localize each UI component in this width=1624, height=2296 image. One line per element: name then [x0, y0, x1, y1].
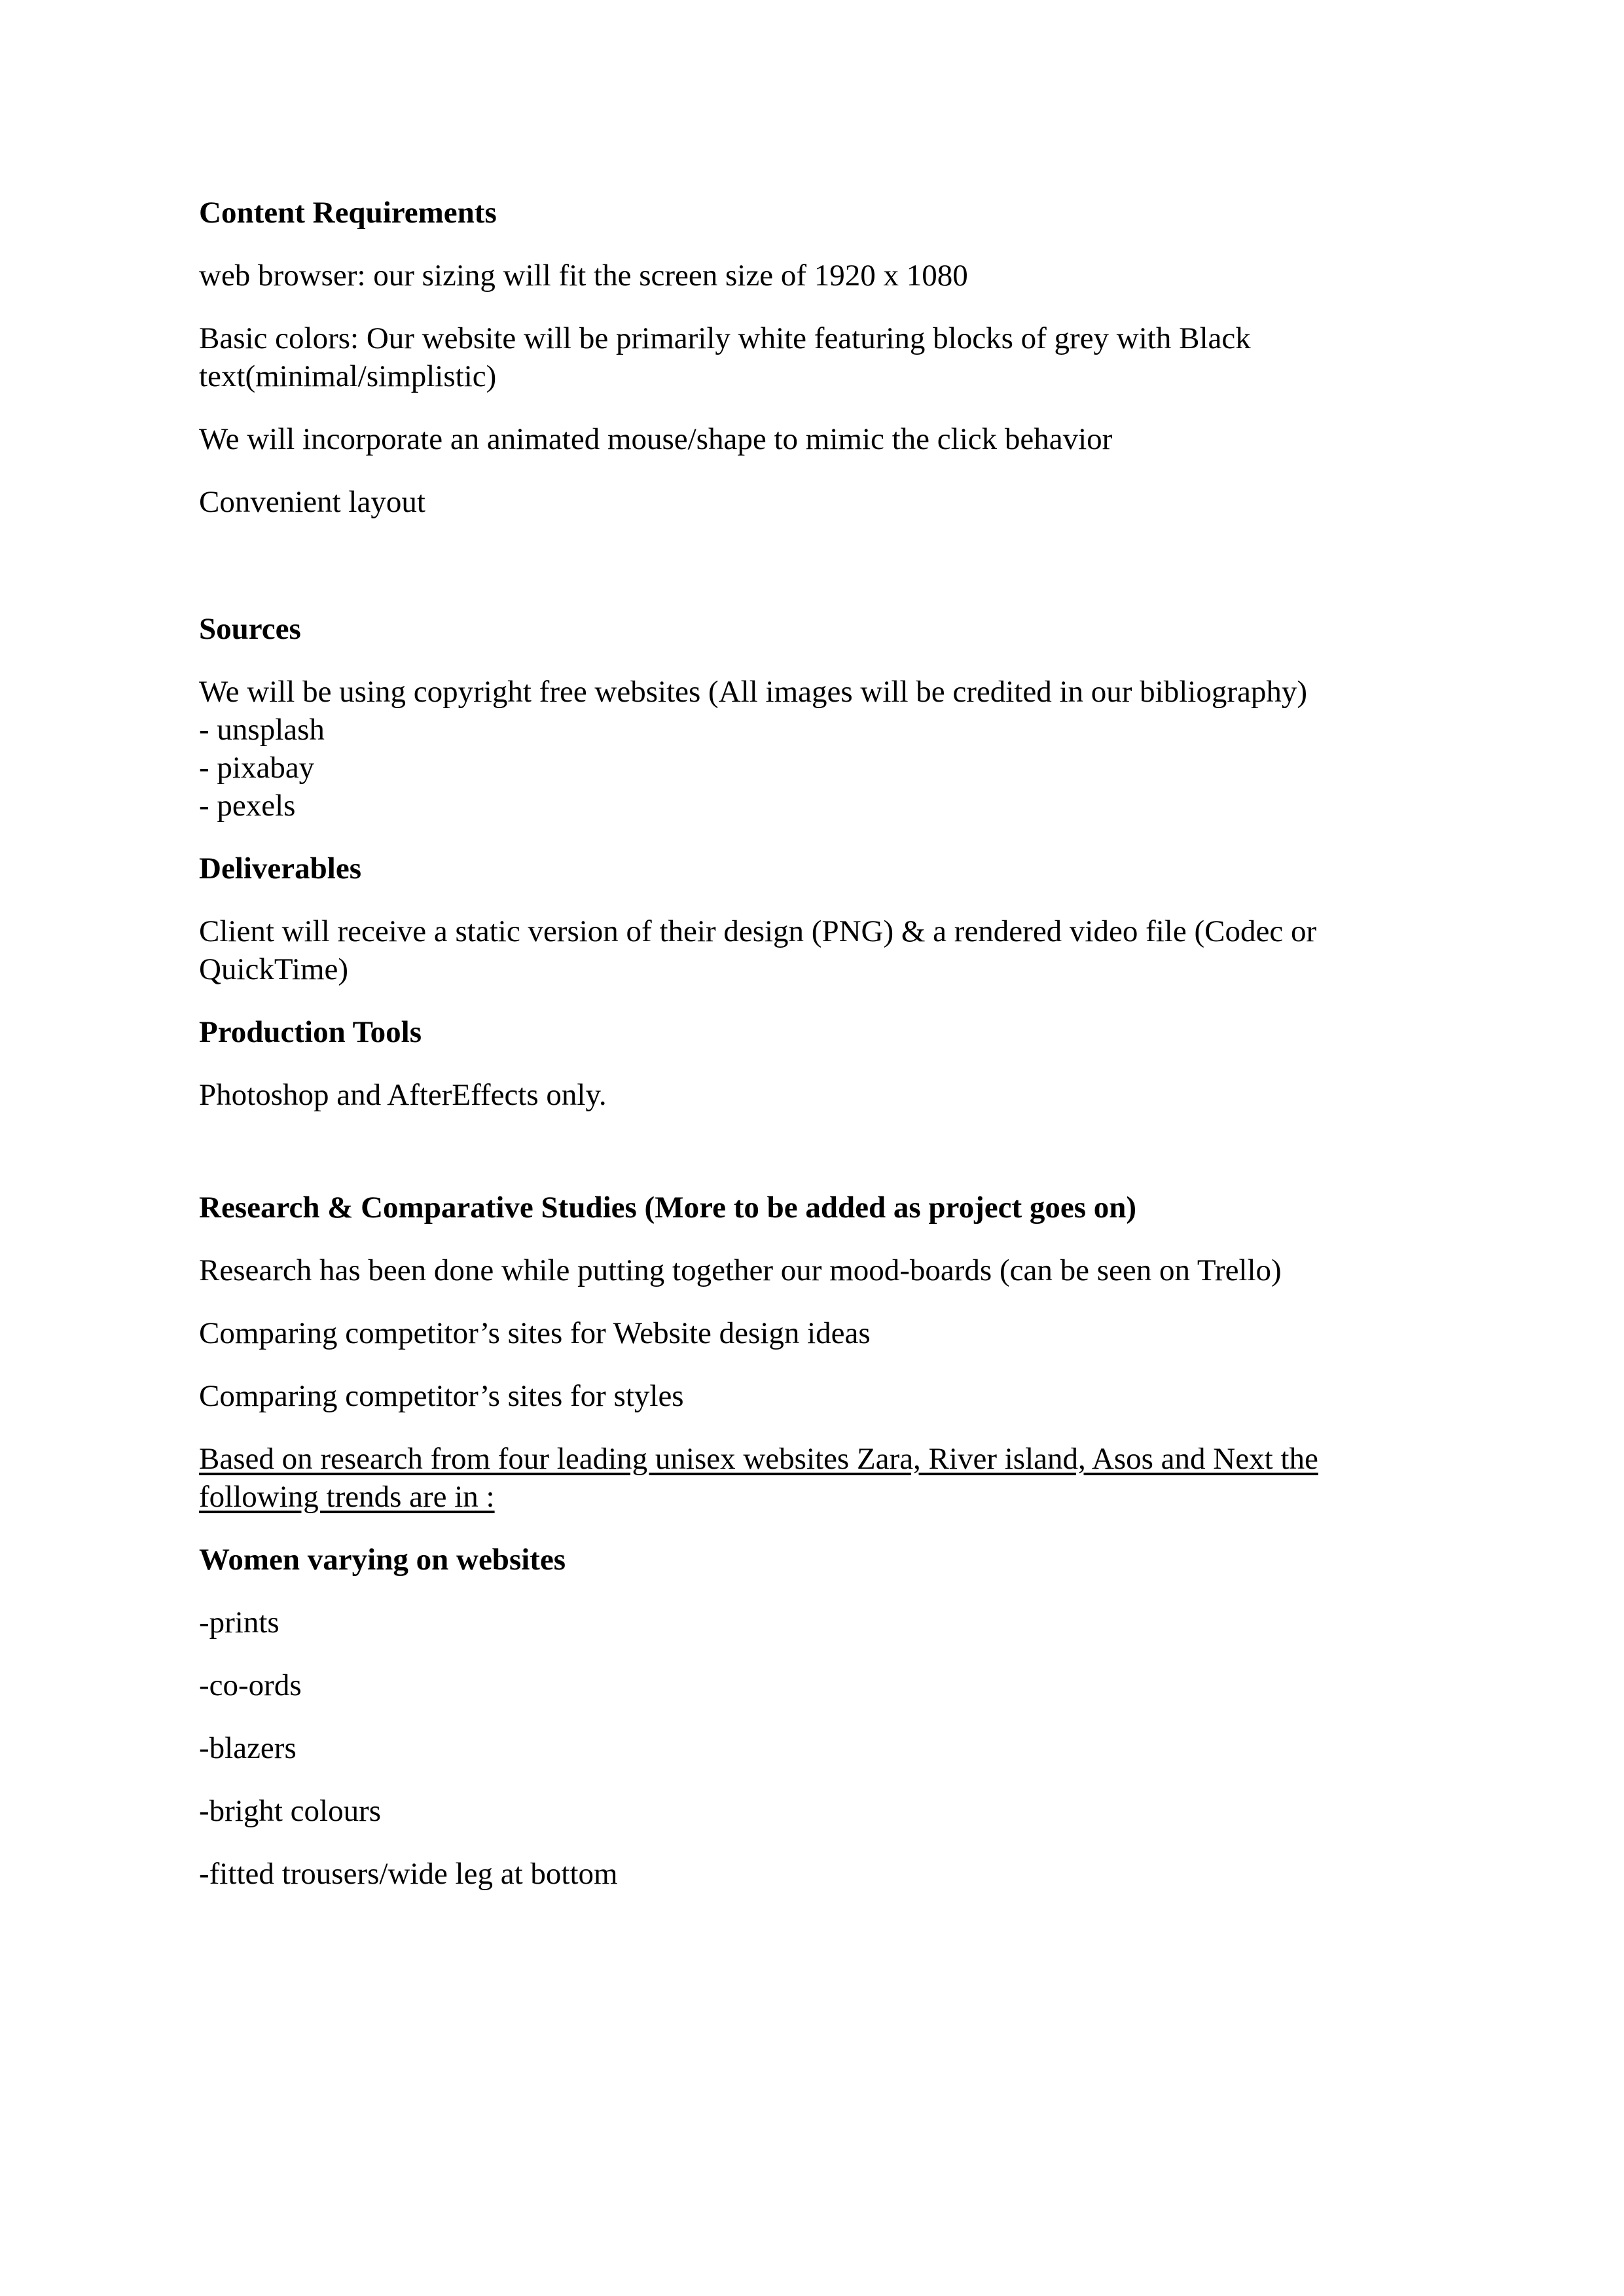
production-tools-text: Photoshop and AfterEffects only. [199, 1078, 607, 1112]
list-item: - pexels [199, 789, 296, 823]
research-paragraph: Comparing competitor’s sites for Website… [199, 1316, 871, 1350]
sources-heading: Sources [199, 612, 301, 646]
women-trends-heading: Women varying on websites [199, 1543, 566, 1577]
basic-colors-text: Basic colors: Our website will be primar… [199, 321, 1251, 393]
list-item: -fitted trousers/wide leg at bottom [199, 1857, 618, 1891]
list-item: -prints [199, 1605, 280, 1640]
deliverables-text: Client will receive a static version of … [199, 914, 1317, 986]
research-paragraph: Comparing competitor’s sites for styles [199, 1379, 684, 1413]
trends-intro: Based on research from four leading unis… [199, 1442, 1318, 1514]
sources-list: - unsplash - pixabay - pexels [199, 711, 1430, 825]
content-requirements-heading: Content Requirements [199, 196, 497, 230]
research-heading: Research & Comparative Studies (More to … [199, 1191, 1137, 1225]
production-tools-heading: Production Tools [199, 1015, 422, 1049]
list-item: -bright colours [199, 1794, 382, 1828]
deliverables-heading: Deliverables [199, 852, 361, 886]
animation-text: We will incorporate an animated mouse/sh… [199, 422, 1113, 456]
list-item: -blazers [199, 1731, 297, 1765]
research-paragraph: Research has been done while putting tog… [199, 1253, 1282, 1287]
list-item: - unsplash [199, 713, 325, 747]
web-browser-text: web browser: our sizing will fit the scr… [199, 259, 968, 293]
document-content: Content Requirements web browser: our si… [199, 194, 1430, 1893]
sources-intro: We will be using copyright free websites… [199, 675, 1308, 709]
document-page: Content Requirements web browser: our si… [0, 0, 1624, 2296]
list-item: - pixabay [199, 751, 315, 785]
layout-text: Convenient layout [199, 485, 425, 519]
list-item: -co-ords [199, 1668, 302, 1702]
